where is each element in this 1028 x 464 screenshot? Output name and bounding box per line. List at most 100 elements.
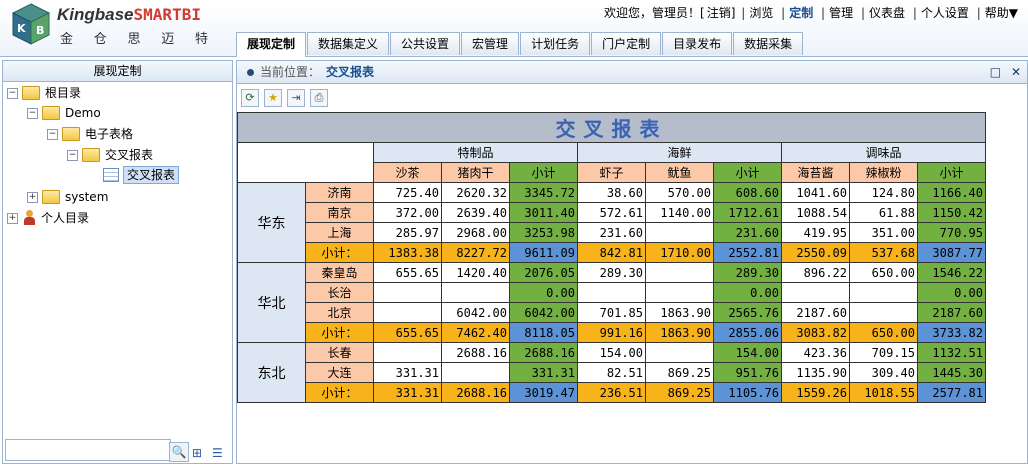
column-header: 沙茶 xyxy=(373,162,442,183)
value-cell xyxy=(645,342,714,363)
tab-presentation-custom[interactable]: 展现定制 xyxy=(236,32,307,57)
nav-browse[interactable]: 浏览 xyxy=(747,6,775,20)
tree-view-icon[interactable]: ⊞ xyxy=(192,446,202,460)
maximize-icon[interactable]: □ xyxy=(990,65,1001,79)
search-icon[interactable]: 🔍 xyxy=(169,442,189,462)
folder-icon xyxy=(22,86,40,100)
subtotal-cell: 537.68 xyxy=(849,242,918,263)
nav-customize[interactable]: 定制 xyxy=(787,6,815,20)
value-cell: 372.00 xyxy=(373,202,442,223)
subtotal-cell: 608.60 xyxy=(713,182,782,203)
list-view-icon[interactable]: ☰ xyxy=(212,446,223,460)
subtotal-cell: 3011.40 xyxy=(509,202,578,223)
nav-manage[interactable]: 管理 xyxy=(827,6,855,20)
subtotal-cell: 1712.61 xyxy=(713,202,782,223)
value-cell xyxy=(645,282,714,303)
column-header: 辣椒粉 xyxy=(849,162,918,183)
tab-macro-management[interactable]: 宏管理 xyxy=(461,32,520,55)
value-cell: 1041.60 xyxy=(781,182,850,203)
print-icon[interactable]: ⎙ xyxy=(310,89,328,107)
value-cell xyxy=(781,282,850,303)
value-cell: 572.61 xyxy=(577,202,646,223)
tab-portal-custom[interactable]: 门户定制 xyxy=(591,32,662,55)
welcome-text: 欢迎您，管理员！[ xyxy=(604,6,705,20)
value-cell: 2187.60 xyxy=(781,302,850,323)
region-header: 东北 xyxy=(237,342,306,403)
value-cell: 154.00 xyxy=(577,342,646,363)
logout-link[interactable]: 注销 xyxy=(707,6,731,20)
brand-name: KingbaseSMARTBI xyxy=(57,5,201,24)
folder-icon xyxy=(62,127,80,141)
collapse-icon[interactable]: − xyxy=(47,128,58,140)
value-cell: 331.31 xyxy=(373,362,442,383)
table-row: 华东 济南 725.40 2620.32 3345.72 38.60 570.00 608.6… xyxy=(237,182,986,263)
collapse-icon[interactable]: − xyxy=(67,149,78,161)
collapse-icon[interactable]: − xyxy=(27,107,38,119)
value-cell xyxy=(645,262,714,283)
group-total-cell: 3019.47 xyxy=(509,382,578,403)
subtotal-row: 小计： 1383.38 8227.72 9611.09 842.81 1710.00 255… xyxy=(238,242,986,263)
table-row: 华北 秦皇岛 655.65 1420.40 2076.05 289.30 289.30 896… xyxy=(237,262,986,343)
value-cell: 124.80 xyxy=(849,182,918,203)
value-cell xyxy=(577,282,646,303)
tree-item-spreadsheet[interactable]: − 电子表格 xyxy=(47,124,133,144)
city-header: 长治 xyxy=(305,282,374,303)
tree-item-crosstab-report[interactable]: 交叉报表 xyxy=(103,165,180,185)
value-cell: 1420.40 xyxy=(441,262,510,283)
city-header: 南京 xyxy=(305,202,374,223)
value-cell: 2688.16 xyxy=(441,342,510,363)
nav-help[interactable]: 帮助▼ xyxy=(983,6,1020,20)
tab-public-settings[interactable]: 公共设置 xyxy=(390,32,461,55)
subtotal-cell: 2688.16 xyxy=(509,342,578,363)
value-cell xyxy=(373,282,442,303)
value-cell xyxy=(849,282,918,303)
value-cell: 423.36 xyxy=(781,342,850,363)
subtotal-cell: 0.00 xyxy=(509,282,578,303)
value-cell: 570.00 xyxy=(645,182,714,203)
favorite-icon[interactable]: ★ xyxy=(264,89,282,107)
main-tabs: 展现定制 数据集定义 公共设置 宏管理 计划任务 门户定制 目录发布 数据采集 xyxy=(236,32,804,57)
kingbase-logo-icon: K B xyxy=(11,3,51,45)
group-header: 调味品 xyxy=(781,142,986,163)
subtotal-cell: 1150.42 xyxy=(917,202,986,223)
value-cell xyxy=(849,302,918,323)
refresh-icon[interactable]: ⟳ xyxy=(241,89,259,107)
subtotal-cell: 991.16 xyxy=(577,322,646,343)
close-icon[interactable]: ✕ xyxy=(1011,65,1021,79)
subtotal-row: 小计： 331.31 2688.16 3019.47 236.51 869.25 1105.… xyxy=(238,382,986,403)
tree-label: 根目录 xyxy=(45,86,82,100)
export-icon[interactable]: ⇥ xyxy=(287,89,305,107)
column-header: 虾子 xyxy=(577,162,646,183)
tree-label: 个人目录 xyxy=(41,211,90,225)
tree-item-crosstab-folder[interactable]: − 交叉报表 xyxy=(67,145,153,165)
group-total-cell: 9611.09 xyxy=(509,242,578,263)
tab-dataset-definition[interactable]: 数据集定义 xyxy=(307,32,390,55)
value-cell xyxy=(373,302,442,323)
folder-icon xyxy=(82,148,100,162)
tab-directory-publish[interactable]: 目录发布 xyxy=(662,32,733,55)
subtotal-cell: 2076.05 xyxy=(509,262,578,283)
collapse-icon[interactable]: − xyxy=(7,87,18,99)
tree-item-root[interactable]: − 根目录 xyxy=(7,83,81,103)
expand-icon[interactable]: + xyxy=(7,212,18,224)
tree-search-input[interactable] xyxy=(5,439,171,461)
tab-data-collection[interactable]: 数据采集 xyxy=(733,32,804,55)
nav-personal-settings[interactable]: 个人设置 xyxy=(919,6,971,20)
value-cell: 61.88 xyxy=(849,202,918,223)
column-header: 海苔酱 xyxy=(781,162,850,183)
expand-icon[interactable]: + xyxy=(27,191,38,203)
table-row: 南京 372.00 2639.40 3011.40 572.61 1140.00 1712.… xyxy=(238,202,986,223)
tree-item-demo[interactable]: − Demo xyxy=(27,103,101,123)
tree-item-personal[interactable]: + 个人目录 xyxy=(7,208,89,228)
breadcrumb-label: 当前位置： xyxy=(260,65,321,79)
column-header: 小计 xyxy=(713,162,782,183)
value-cell: 285.97 xyxy=(373,222,442,243)
nav-dashboard[interactable]: 仪表盘 xyxy=(867,6,907,20)
report-toolbar: ⟳ ★ ⇥ ⎙ xyxy=(241,89,333,107)
subtotal-cell: 7462.40 xyxy=(441,322,510,343)
group-total-cell: 8118.05 xyxy=(509,322,578,343)
tree-item-system[interactable]: + system xyxy=(27,187,108,207)
subtotal-cell: 2187.60 xyxy=(917,302,986,323)
tab-scheduled-tasks[interactable]: 计划任务 xyxy=(520,32,591,55)
value-cell: 655.65 xyxy=(373,262,442,283)
